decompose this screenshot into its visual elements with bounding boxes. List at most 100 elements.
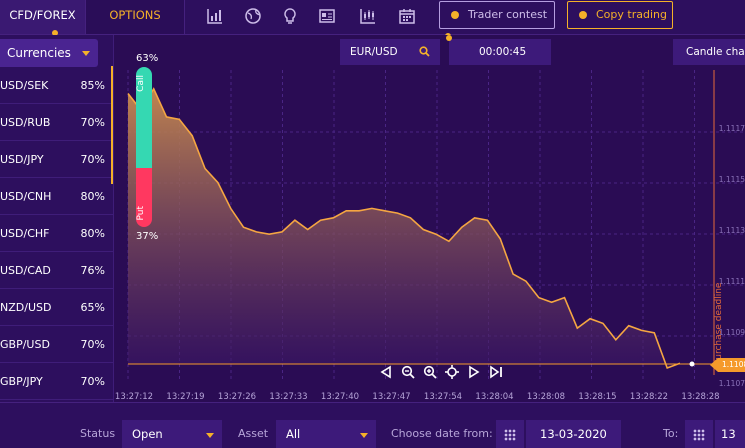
copy-trading-label: Copy trading (596, 8, 667, 21)
last-price-point (689, 361, 695, 367)
trader-contest-button[interactable]: Trader contest (439, 1, 555, 29)
chevron-down-icon (360, 433, 368, 438)
x-tick-label: 13:28:04 (475, 392, 513, 402)
news-icon[interactable] (318, 7, 336, 25)
price-chart[interactable]: 13:27:12 13:27:19 13:27:26 13:27:33 13:27:40… (114, 35, 745, 402)
asset-row[interactable]: USD/CNH 80% (0, 178, 113, 215)
asset-payout: 80% (80, 190, 105, 203)
crosshair-icon[interactable] (445, 365, 459, 379)
x-tick-label: 13:27:47 (372, 392, 410, 402)
asset-name: GBP/USD (0, 338, 50, 351)
timer-indicator (446, 35, 452, 41)
calendar-icon (504, 429, 516, 441)
asset-row[interactable]: GBP/USD 70% (0, 326, 113, 363)
x-tick-label: 13:28:22 (630, 392, 668, 402)
y-tick-label: 1.1107 (718, 379, 745, 388)
put-label: Put (136, 206, 146, 221)
asset-sidebar: Currencies USD/SEK 85% USD/RUB 70% USD/JPY 70… (0, 35, 113, 402)
calendar-icon (693, 429, 705, 441)
zoom-in-icon[interactable] (423, 365, 437, 379)
asset-name: GBP/JPY (0, 375, 43, 388)
asset-payout: 65% (80, 301, 105, 314)
asset-payout: 70% (80, 338, 105, 351)
asset-payout: 85% (80, 79, 105, 92)
x-tick-label: 13:28:15 (578, 392, 616, 402)
call-label: Call (136, 75, 146, 92)
chart-type-selector[interactable]: Candle chart (673, 39, 745, 65)
status-value: Open (132, 427, 163, 441)
put-percentage: 37% (136, 231, 159, 242)
asset-name: USD/CNH (0, 190, 52, 203)
asset-row[interactable]: USD/RUB 70% (0, 104, 113, 141)
top-bar: CFD/FOREX OPTIONS Trader contest Copy tr… (0, 0, 745, 39)
timer-value: 00:00:45 (479, 46, 527, 58)
date-to-field[interactable]: 13 (715, 420, 745, 448)
globe-icon[interactable] (244, 7, 262, 25)
tab-cfd-forex[interactable]: CFD/FOREX (0, 0, 85, 34)
currencies-dropdown[interactable]: Currencies (0, 39, 98, 67)
asset-row[interactable]: USD/JPY 70% (0, 141, 113, 178)
pair-selector[interactable]: EUR/USD (340, 39, 440, 65)
chart-type-label: Candle chart (686, 46, 745, 58)
search-icon (419, 46, 430, 57)
date-from-label: Choose date from: (391, 427, 493, 440)
asset-select[interactable]: All (276, 420, 376, 448)
y-tick-label: 1.1113 (718, 226, 745, 235)
date-from-field[interactable]: 13-03-2020 (526, 420, 621, 448)
asset-row[interactable]: USD/SEK 85% (0, 67, 113, 104)
expiry-timer[interactable]: 00:00:45 (449, 39, 551, 65)
chevron-down-icon (206, 433, 214, 438)
put-bar[interactable]: Put (136, 168, 152, 227)
currencies-label: Currencies (7, 46, 71, 60)
asset-label: Asset (238, 427, 269, 440)
x-tick-label: 13:27:33 (269, 392, 307, 402)
x-tick-label: 13:27:19 (166, 392, 204, 402)
call-bar[interactable]: Call (136, 67, 152, 168)
x-tick-label: 13:28:28 (681, 392, 719, 402)
asset-row[interactable]: NZD/USD 65% (0, 289, 113, 326)
asset-name: USD/RUB (0, 116, 51, 129)
sentiment-bar: Call Put (136, 67, 152, 227)
y-tick-label: 1.1115 (718, 175, 745, 184)
purchase-deadline-label: Purchase deadline (714, 282, 724, 365)
lightbulb-icon[interactable] (281, 7, 299, 25)
asset-row[interactable]: USD/CHF 80% (0, 215, 113, 252)
x-tick-label: 13:27:26 (218, 392, 256, 402)
step-forward-icon[interactable] (467, 365, 481, 379)
date-from-calendar-button[interactable] (496, 420, 524, 448)
asset-payout: 70% (80, 116, 105, 129)
copy-trading-dot (579, 11, 587, 19)
step-back-icon[interactable] (379, 365, 393, 379)
asset-payout: 76% (80, 264, 105, 277)
date-to-calendar-button[interactable] (685, 420, 713, 448)
price-area (128, 88, 680, 369)
asset-value: All (286, 427, 301, 441)
date-to-value: 13 (721, 427, 736, 441)
asset-row[interactable]: GBP/JPY 70% (0, 363, 113, 400)
tab-options[interactable]: OPTIONS (85, 0, 185, 34)
asset-name: USD/SEK (0, 79, 49, 92)
x-tick-label: 13:27:12 (115, 392, 153, 402)
jump-to-end-icon[interactable] (489, 365, 503, 379)
date-to-label: To: (663, 427, 679, 440)
chart-panel: 13:27:12 13:27:19 13:27:26 13:27:33 13:27:40… (113, 35, 745, 415)
x-tick-label: 13:27:54 (424, 392, 462, 402)
calendar-icon[interactable] (398, 7, 416, 25)
chevron-down-icon (82, 51, 90, 56)
copy-trading-button[interactable]: Copy trading (567, 1, 673, 29)
status-select[interactable]: Open (122, 420, 222, 448)
status-label: Status (80, 427, 116, 440)
candles-icon[interactable] (359, 7, 377, 25)
date-from-value: 13-03-2020 (540, 427, 607, 441)
bar-chart-icon[interactable] (206, 7, 224, 25)
x-tick-label: 13:27:40 (321, 392, 359, 402)
call-percentage: 63% (136, 53, 159, 64)
asset-payout: 70% (80, 375, 105, 388)
zoom-out-icon[interactable] (401, 365, 415, 379)
filter-bar: Status Open Asset All Choose date from: … (0, 402, 745, 448)
y-tick-label: 1.1117 (718, 124, 745, 133)
asset-row[interactable]: USD/CAD 76% (0, 252, 113, 289)
asset-payout: 80% (80, 227, 105, 240)
pair-label: EUR/USD (350, 46, 398, 58)
asset-name: USD/CHF (0, 227, 50, 240)
